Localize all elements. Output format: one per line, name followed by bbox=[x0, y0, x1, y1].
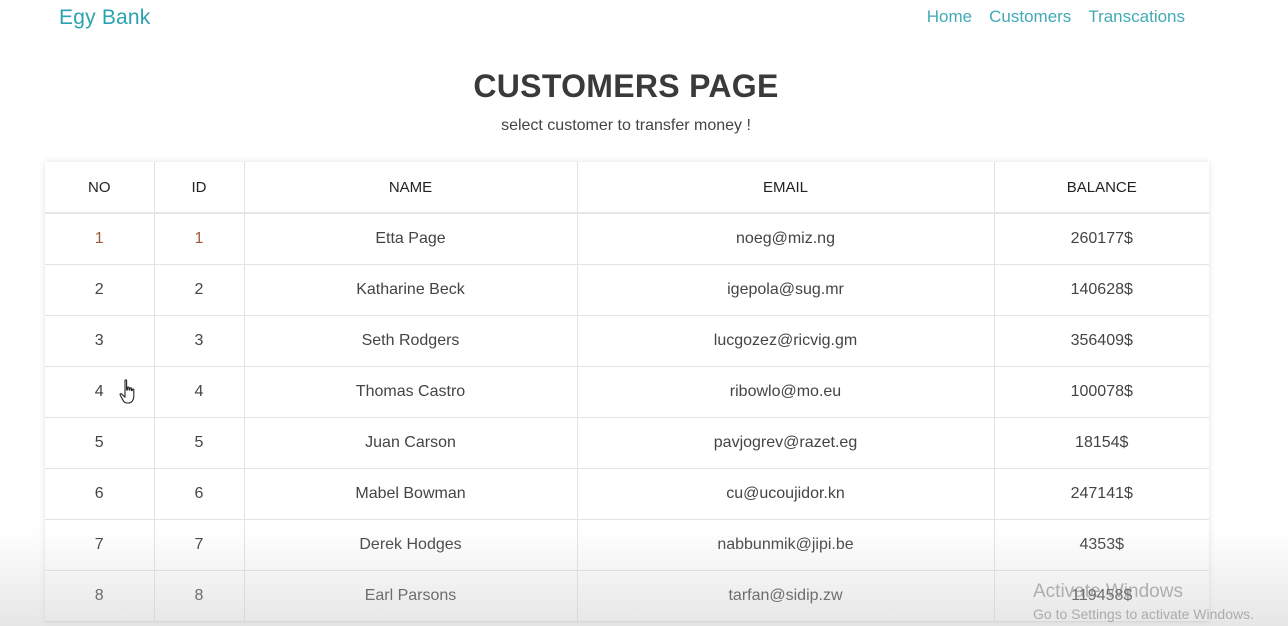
nav-link-home[interactable]: Home bbox=[927, 7, 972, 27]
table-row[interactable]: 4 4 Thomas Castro ribowlo@mo.eu 100078$ bbox=[45, 366, 1209, 418]
cell-email: lucgozez@ricvig.gm bbox=[577, 315, 995, 367]
table-row[interactable]: 2 2 Katharine Beck igepola@sug.mr 140628… bbox=[45, 264, 1209, 316]
cell-name: Mabel Bowman bbox=[244, 468, 578, 520]
cell-email: tarfan@sidip.zw bbox=[577, 570, 995, 622]
column-header-name: NAME bbox=[244, 162, 578, 214]
hand-pointer-icon bbox=[119, 379, 135, 404]
cell-id: 5 bbox=[154, 417, 245, 469]
cell-balance: 18154$ bbox=[994, 417, 1209, 469]
table-row[interactable]: 7 7 Derek Hodges nabbunmik@jipi.be 4353$ bbox=[45, 519, 1209, 571]
cell-no: 1 bbox=[45, 213, 155, 265]
cell-no: 7 bbox=[45, 519, 155, 571]
cell-name: Katharine Beck bbox=[244, 264, 578, 316]
cell-balance: 140628$ bbox=[994, 264, 1209, 316]
nav-link-transactions[interactable]: Transcations bbox=[1088, 7, 1185, 27]
cell-id: 8 bbox=[154, 570, 245, 622]
cell-id: 4 bbox=[154, 366, 245, 418]
table-row[interactable]: 3 3 Seth Rodgers lucgozez@ricvig.gm 3564… bbox=[45, 315, 1209, 367]
table-row[interactable]: 1 1 Etta Page noeg@miz.ng 260177$ bbox=[45, 213, 1209, 265]
nav-links: Home Customers Transcations bbox=[927, 7, 1185, 27]
cell-name: Etta Page bbox=[244, 213, 578, 265]
cell-no: 2 bbox=[45, 264, 155, 316]
cell-email: cu@ucoujidor.kn bbox=[577, 468, 995, 520]
cell-name: Thomas Castro bbox=[244, 366, 578, 418]
cell-no: 4 bbox=[45, 366, 155, 418]
cell-email: igepola@sug.mr bbox=[577, 264, 995, 316]
table-row[interactable]: 8 8 Earl Parsons tarfan@sidip.zw 119458$ bbox=[45, 570, 1209, 622]
cell-id: 6 bbox=[154, 468, 245, 520]
cell-name: Juan Carson bbox=[244, 417, 578, 469]
cell-no: 6 bbox=[45, 468, 155, 520]
cell-name: Seth Rodgers bbox=[244, 315, 578, 367]
cell-balance: 100078$ bbox=[994, 366, 1209, 418]
cell-balance: 247141$ bbox=[994, 468, 1209, 520]
cell-balance: 260177$ bbox=[994, 213, 1209, 265]
cell-name: Earl Parsons bbox=[244, 570, 578, 622]
cell-email: nabbunmik@jipi.be bbox=[577, 519, 995, 571]
nav-link-customers[interactable]: Customers bbox=[989, 7, 1071, 27]
cell-email: noeg@miz.ng bbox=[577, 213, 995, 265]
brand-logo[interactable]: Egy Bank bbox=[59, 6, 151, 30]
cell-id: 1 bbox=[154, 213, 245, 265]
column-header-id: ID bbox=[154, 162, 245, 214]
cell-no: 3 bbox=[45, 315, 155, 367]
cell-balance: 356409$ bbox=[994, 315, 1209, 367]
cell-no: 5 bbox=[45, 417, 155, 469]
table-row[interactable]: 6 6 Mabel Bowman cu@ucoujidor.kn 247141$ bbox=[45, 468, 1209, 520]
column-header-no: NO bbox=[45, 162, 155, 214]
column-header-balance: BALANCE bbox=[994, 162, 1209, 214]
cell-no: 8 bbox=[45, 570, 155, 622]
page-subtitle: select customer to transfer money ! bbox=[501, 117, 751, 134]
cell-balance: 119458$ bbox=[994, 570, 1209, 622]
cell-name: Derek Hodges bbox=[244, 519, 578, 571]
cell-balance: 4353$ bbox=[994, 519, 1209, 571]
cell-id: 7 bbox=[154, 519, 245, 571]
cell-id: 3 bbox=[154, 315, 245, 367]
column-header-email: EMAIL bbox=[577, 162, 995, 214]
cell-email: pavjogrev@razet.eg bbox=[577, 417, 995, 469]
page-title: CUSTOMERS PAGE bbox=[473, 68, 779, 104]
table-row[interactable]: 5 5 Juan Carson pavjogrev@razet.eg 18154… bbox=[45, 417, 1209, 469]
customers-table: NO ID NAME EMAIL BALANCE 1 1 Etta Page n… bbox=[45, 162, 1209, 622]
cell-id: 2 bbox=[154, 264, 245, 316]
table-header-row: NO ID NAME EMAIL BALANCE bbox=[45, 162, 1209, 214]
navbar: Egy Bank Home Customers Transcations bbox=[0, 0, 1288, 36]
cell-email: ribowlo@mo.eu bbox=[577, 366, 995, 418]
